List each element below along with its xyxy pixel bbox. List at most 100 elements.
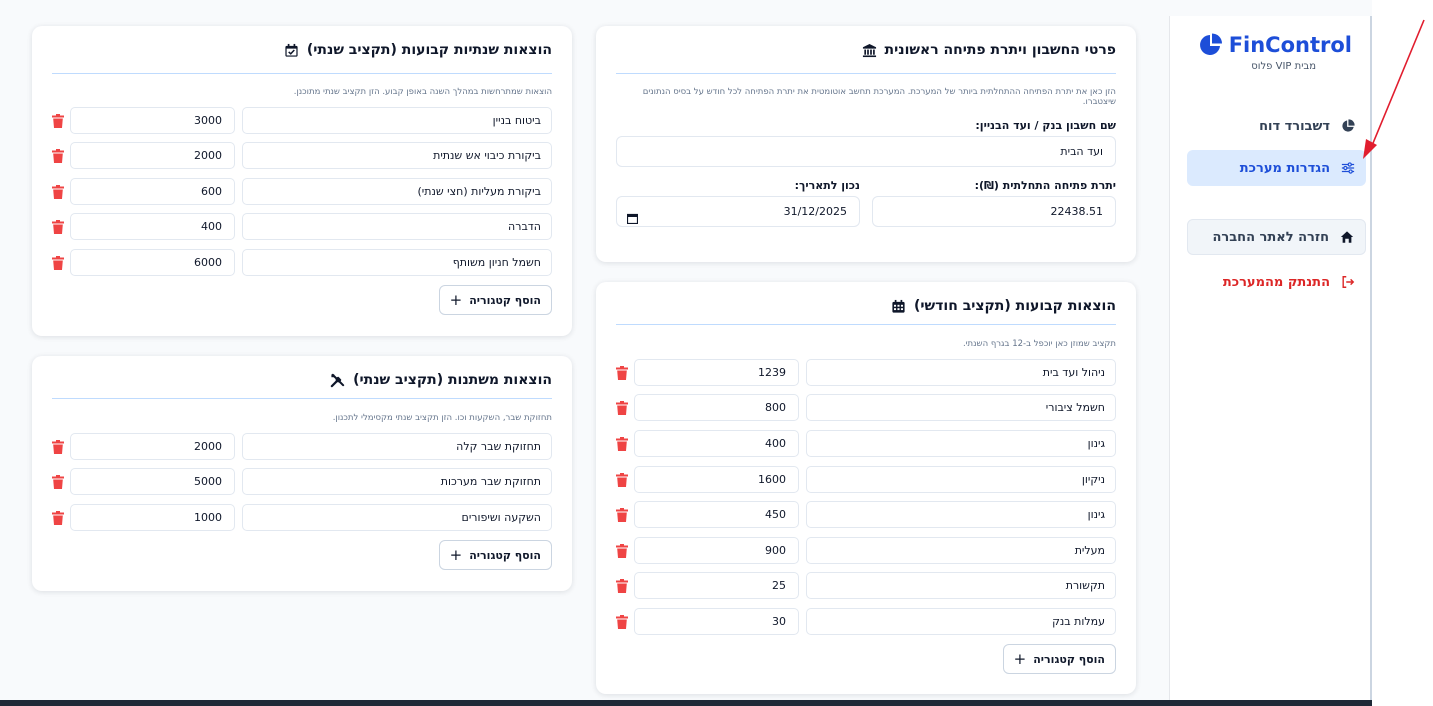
amount-input[interactable]: 450 xyxy=(634,501,799,528)
opening-balance-card: פרטי החשבון ויתרת פתיחה ראשונית הזן כאן … xyxy=(596,26,1136,262)
fixed-monthly-desc: תקציב שמוזן כאן יוכפל ב-12 בגרף השנתי. xyxy=(962,339,1116,349)
table-row: 2000 ביקורת כיבוי אש שנתית xyxy=(50,142,552,170)
home-icon xyxy=(1339,229,1355,245)
trash-icon[interactable] xyxy=(52,184,64,199)
fixed-monthly-title: הוצאות קבועות (תקציב חודשי) xyxy=(891,298,1116,314)
sidebar-item-logout[interactable]: התנתק מהמערכת xyxy=(1187,264,1366,300)
table-row: 800 חשמל ציבורי xyxy=(614,394,1116,422)
add-category-label: הוסף קטגוריה xyxy=(469,548,541,562)
trash-icon[interactable] xyxy=(52,219,64,234)
category-name-input[interactable]: ניקיון xyxy=(806,466,1116,493)
opening-balance-input[interactable]: 22438.51 xyxy=(872,196,1116,227)
amount-input[interactable]: 6000 xyxy=(70,249,235,276)
brand[interactable]: FinControl xyxy=(1199,33,1352,57)
table-row: 30 עמלות בנק xyxy=(614,608,1116,636)
category-name-input[interactable]: מעלית xyxy=(806,537,1116,564)
category-name-input[interactable]: הדברה xyxy=(242,213,552,240)
annual-fixed-card: הוצאות שנתיות קבועות (תקציב שנתי) הוצאות… xyxy=(32,26,572,336)
account-name-input[interactable]: ועד הבית xyxy=(616,136,1116,167)
category-name-input[interactable]: חשמל ציבורי xyxy=(806,394,1116,421)
table-row: 5000 תחזוקת שבר מערכות xyxy=(50,468,552,496)
account-name-label: שם חשבון בנק / ועד הבניין: xyxy=(975,119,1116,132)
amount-input[interactable]: 2000 xyxy=(70,142,235,169)
sidebar-item-label: התנתק מהמערכת xyxy=(1222,274,1330,290)
calendar-check-icon xyxy=(284,43,299,58)
variable-title-text: הוצאות משתנות (תקציב שנתי) xyxy=(353,372,552,388)
divider xyxy=(616,73,1116,74)
plus-icon: + xyxy=(449,545,463,564)
amount-input[interactable]: 400 xyxy=(70,213,235,240)
trash-icon[interactable] xyxy=(616,578,628,593)
date-label: נכון לתאריך: xyxy=(794,179,860,192)
divider xyxy=(52,73,552,74)
table-row: 900 מעלית xyxy=(614,537,1116,565)
amount-input[interactable]: 900 xyxy=(634,537,799,564)
add-category-button[interactable]: + הוסף קטגוריה xyxy=(438,285,552,315)
amount-input[interactable]: 3000 xyxy=(70,107,235,134)
amount-input[interactable]: 400 xyxy=(634,430,799,457)
trash-icon[interactable] xyxy=(616,400,628,415)
add-category-label: הוסף קטגוריה xyxy=(469,293,541,307)
date-input[interactable]: 31/12/2025 xyxy=(616,196,860,227)
trash-icon[interactable] xyxy=(52,474,64,489)
trash-icon[interactable] xyxy=(52,439,64,454)
category-name-input[interactable]: ביקורת מעליות (חצי שנתי) xyxy=(242,178,552,205)
category-name-input[interactable]: תחזוקת שבר מערכות xyxy=(242,468,552,495)
trash-icon[interactable] xyxy=(616,365,628,380)
annual-fixed-title-text: הוצאות שנתיות קבועות (תקציב שנתי) xyxy=(306,42,552,58)
amount-input[interactable]: 600 xyxy=(70,178,235,205)
amount-input[interactable]: 5000 xyxy=(70,468,235,495)
category-name-input[interactable]: ביטוח בניין xyxy=(242,107,552,134)
amount-input[interactable]: 1600 xyxy=(634,466,799,493)
amount-input[interactable]: 25 xyxy=(634,572,799,599)
annual-fixed-title: הוצאות שנתיות קבועות (תקציב שנתי) xyxy=(284,42,552,58)
table-row: 400 גינון xyxy=(614,430,1116,458)
table-row: 1000 השקעה ושיפורים xyxy=(50,504,552,532)
category-name-input[interactable]: השקעה ושיפורים xyxy=(242,504,552,531)
divider xyxy=(616,324,1116,325)
sidebar-item-dashboard[interactable]: דשבורד דוח xyxy=(1187,108,1366,144)
table-row: 400 הדברה xyxy=(50,213,552,241)
category-name-input[interactable]: ביקורת כיבוי אש שנתית xyxy=(242,142,552,169)
calendar-small-icon[interactable] xyxy=(626,206,639,225)
category-name-input[interactable]: גינון xyxy=(806,501,1116,528)
amount-input[interactable]: 800 xyxy=(634,394,799,421)
amount-input[interactable]: 2000 xyxy=(70,433,235,460)
table-row: 1600 ניקיון xyxy=(614,466,1116,494)
trash-icon[interactable] xyxy=(616,436,628,451)
calendar-icon xyxy=(891,299,906,314)
trash-icon[interactable] xyxy=(52,113,64,128)
add-category-button[interactable]: + הוסף קטגוריה xyxy=(438,540,552,570)
bank-icon xyxy=(862,43,877,58)
table-row: 3000 ביטוח בניין xyxy=(50,107,552,135)
trash-icon[interactable] xyxy=(52,510,64,525)
category-name-input[interactable]: גינון xyxy=(806,430,1116,457)
category-name-input[interactable]: תקשורת xyxy=(806,572,1116,599)
trash-icon[interactable] xyxy=(616,614,628,629)
trash-icon[interactable] xyxy=(52,255,64,270)
add-category-button[interactable]: + הוסף קטגוריה xyxy=(1002,644,1116,674)
category-name-input[interactable]: ניהול ועד בית xyxy=(806,359,1116,386)
trash-icon[interactable] xyxy=(616,507,628,522)
variable-desc: תחזוקת שבר, השקעות וכו. הזן תקציב שנתי מ… xyxy=(332,413,552,423)
sidebar-item-label: חזרה לאתר החברה xyxy=(1212,229,1329,245)
trash-icon[interactable] xyxy=(616,543,628,558)
sidebar-item-back-to-site[interactable]: חזרה לאתר החברה xyxy=(1187,219,1366,255)
table-row: 600 ביקורת מעליות (חצי שנתי) xyxy=(50,178,552,206)
trash-icon[interactable] xyxy=(616,472,628,487)
category-name-input[interactable]: תחזוקת שבר קלה xyxy=(242,433,552,460)
add-category-label: הוסף קטגוריה xyxy=(1033,652,1105,666)
amount-input[interactable]: 1239 xyxy=(634,359,799,386)
sidebar-item-label: הגדרות מערכת xyxy=(1239,160,1330,176)
sidebar-item-settings[interactable]: הגדרות מערכת xyxy=(1187,150,1366,186)
category-name-input[interactable]: חשמל חניון משותף xyxy=(242,249,552,276)
tools-icon xyxy=(330,373,345,388)
trash-icon[interactable] xyxy=(52,148,64,163)
logout-icon xyxy=(1340,274,1356,290)
amount-input[interactable]: 30 xyxy=(634,608,799,635)
table-row: 6000 חשמל חניון משותף xyxy=(50,249,552,277)
amount-input[interactable]: 1000 xyxy=(70,504,235,531)
annual-fixed-desc: הוצאות שמתרחשות במהלך השנה באופן קבוע. ה… xyxy=(293,87,552,97)
sidebar-item-label: דשבורד דוח xyxy=(1259,118,1330,134)
category-name-input[interactable]: עמלות בנק xyxy=(806,608,1116,635)
